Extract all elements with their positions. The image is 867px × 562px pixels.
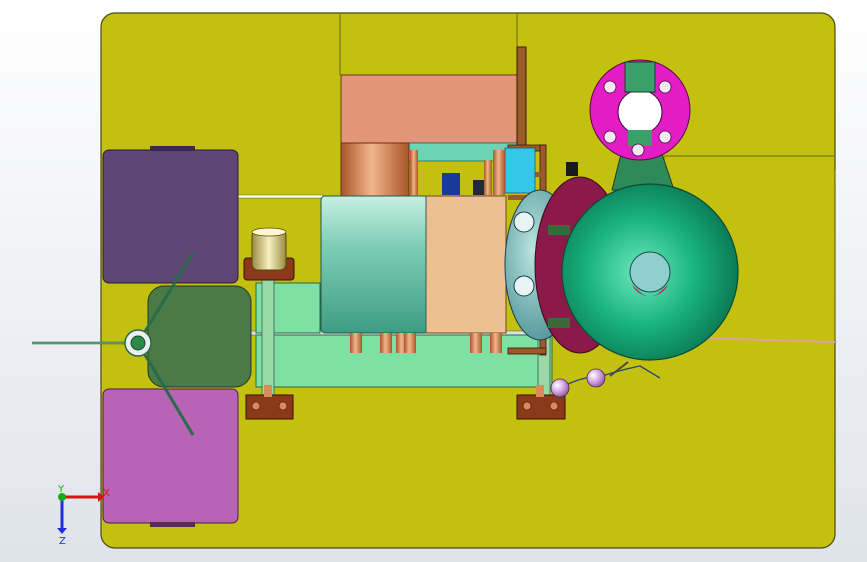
blue-chip [442, 173, 460, 195]
copper-leg [404, 333, 416, 353]
peach-block[interactable] [425, 195, 507, 334]
bolt-icon [251, 401, 261, 411]
ball-joint[interactable] [550, 378, 570, 398]
magenta-block[interactable] [102, 388, 239, 524]
cone-center-bore [629, 251, 671, 293]
cyan-panel [504, 147, 536, 194]
motor-terminal [566, 162, 578, 176]
drum-hole [513, 211, 535, 233]
screw-icon [603, 130, 617, 144]
copper-rod [493, 150, 505, 195]
screw-icon [658, 130, 672, 144]
triad-z-arrow [57, 528, 67, 534]
triad-y-label: Y [57, 484, 65, 495]
flange-bore [617, 89, 663, 135]
magenta-block-tab [150, 522, 195, 527]
rotor-clamp [548, 225, 570, 235]
copper-leg [380, 333, 392, 353]
screw-icon [658, 80, 672, 94]
drum-hole [513, 275, 535, 297]
hub-stem [628, 130, 652, 146]
bolt-icon [549, 401, 559, 411]
foot-post [264, 385, 272, 397]
screw-icon [603, 80, 617, 94]
purple-block[interactable] [102, 149, 239, 284]
copper-rod [410, 150, 418, 195]
rotor-clamp [548, 318, 570, 328]
triad-x-label: X [103, 488, 110, 499]
triad-z-label: Z [59, 536, 66, 547]
salmon-block[interactable] [340, 74, 518, 144]
cad-viewport[interactable]: X Y Z [0, 0, 867, 562]
frame-rail [507, 347, 547, 355]
support-post [261, 275, 275, 397]
teal-cylinder[interactable] [320, 195, 429, 334]
bolt-icon [522, 401, 532, 411]
vertical-bracket[interactable] [516, 46, 527, 148]
purple-block-tab [150, 146, 195, 151]
upper-rail [237, 194, 324, 199]
foot-post [536, 385, 544, 397]
screw-icon [631, 143, 645, 157]
bolt-icon [278, 401, 288, 411]
assembly-drawing[interactable]: X Y Z [0, 0, 867, 562]
copper-rod [484, 160, 492, 195]
hub-neck [624, 61, 656, 93]
copper-leg [490, 333, 502, 353]
copper-cylinder[interactable] [340, 142, 410, 199]
bushing-top [251, 227, 287, 237]
copper-leg [350, 333, 362, 353]
ball-joint[interactable] [586, 368, 606, 388]
copper-leg [470, 333, 482, 353]
